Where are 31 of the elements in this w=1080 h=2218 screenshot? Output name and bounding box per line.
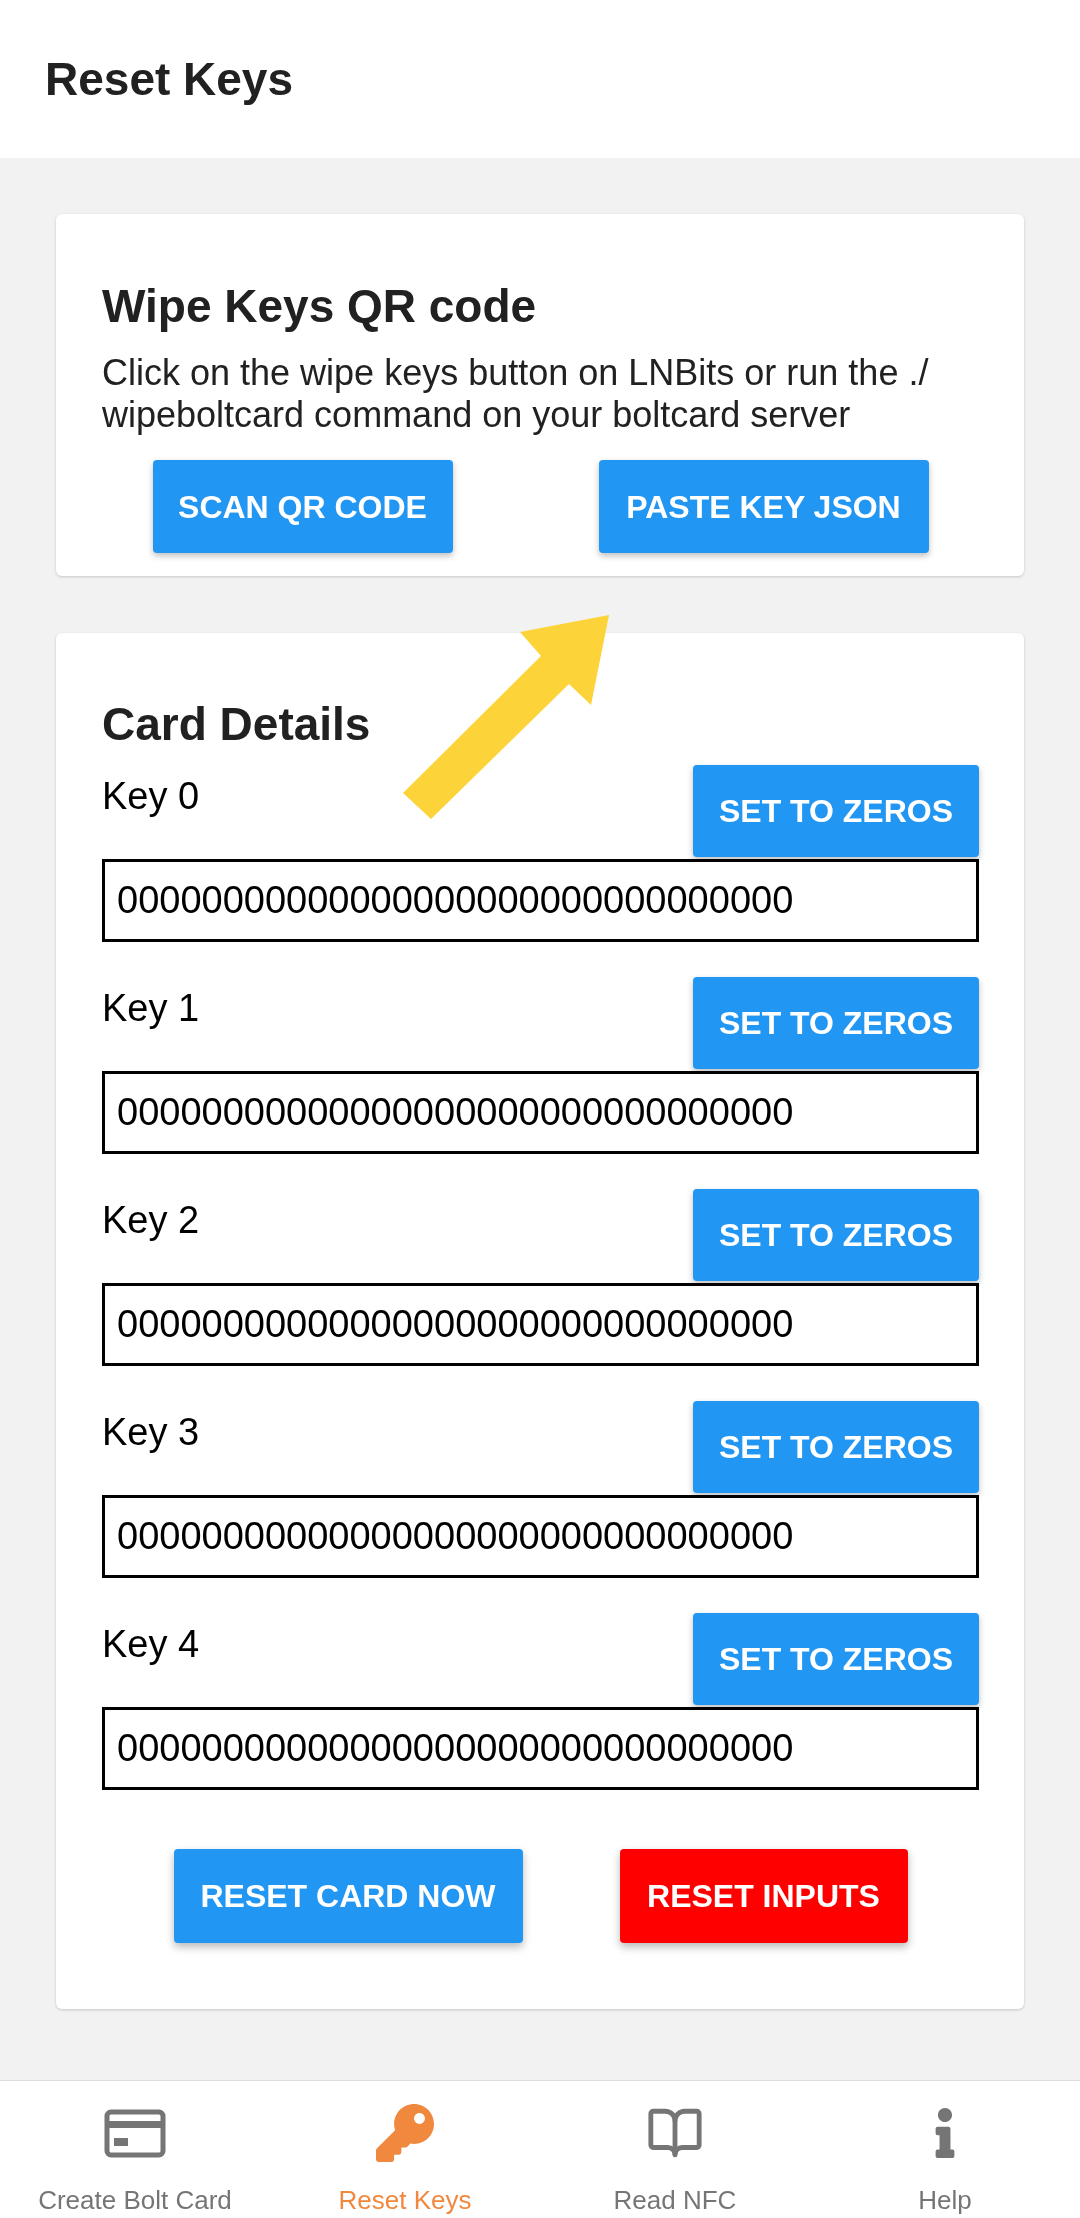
- set-to-zeros-button[interactable]: SET TO ZEROS: [693, 977, 979, 1069]
- key-label: Key 0: [102, 774, 200, 818]
- key-label: Key 3: [102, 1410, 200, 1454]
- key-input[interactable]: 00000000000000000000000000000000: [102, 1495, 979, 1578]
- paste-json-button[interactable]: PASTE KEY JSON: [598, 460, 929, 553]
- set-to-zeros-button[interactable]: SET TO ZEROS: [693, 1613, 979, 1705]
- credit-card-icon: [104, 2108, 166, 2158]
- arrow-icon: [400, 612, 612, 822]
- key-label: Key 4: [102, 1622, 200, 1666]
- nav-tab[interactable]: Create Bolt Card: [0, 2081, 270, 2218]
- key-label: Key 1: [102, 986, 200, 1030]
- key-input[interactable]: 00000000000000000000000000000000: [102, 1283, 979, 1366]
- nav-tab[interactable]: Reset Keys: [270, 2081, 540, 2218]
- set-to-zeros-button[interactable]: SET TO ZEROS: [693, 765, 979, 857]
- reset-inputs-button[interactable]: RESET INPUTS: [619, 1849, 908, 1943]
- reset-card-button[interactable]: RESET CARD NOW: [173, 1849, 523, 1943]
- set-to-zeros-button[interactable]: SET TO ZEROS: [693, 1401, 979, 1493]
- key-icon: [376, 2104, 434, 2162]
- set-to-zeros-button[interactable]: SET TO ZEROS: [693, 1189, 979, 1281]
- nav-tab[interactable]: Read NFC: [540, 2081, 810, 2218]
- card-description: Click on the wipe keys button on LNBits or run the ./wipeboltcard command on your boltcard server: [102, 352, 930, 436]
- card-title: Card Details: [102, 697, 372, 752]
- card-title: Wipe Keys QR code: [102, 279, 538, 334]
- page-title: Reset Keys: [45, 52, 294, 107]
- info-icon: [935, 2108, 955, 2158]
- key-label: Key 2: [102, 1198, 200, 1242]
- nav-tab[interactable]: Help: [810, 2081, 1080, 2218]
- key-input[interactable]: 00000000000000000000000000000000: [102, 859, 979, 942]
- scan-qr-button[interactable]: SCAN QR CODE: [152, 460, 453, 553]
- key-input[interactable]: 00000000000000000000000000000000: [102, 1707, 979, 1790]
- key-input[interactable]: 00000000000000000000000000000000: [102, 1071, 979, 1154]
